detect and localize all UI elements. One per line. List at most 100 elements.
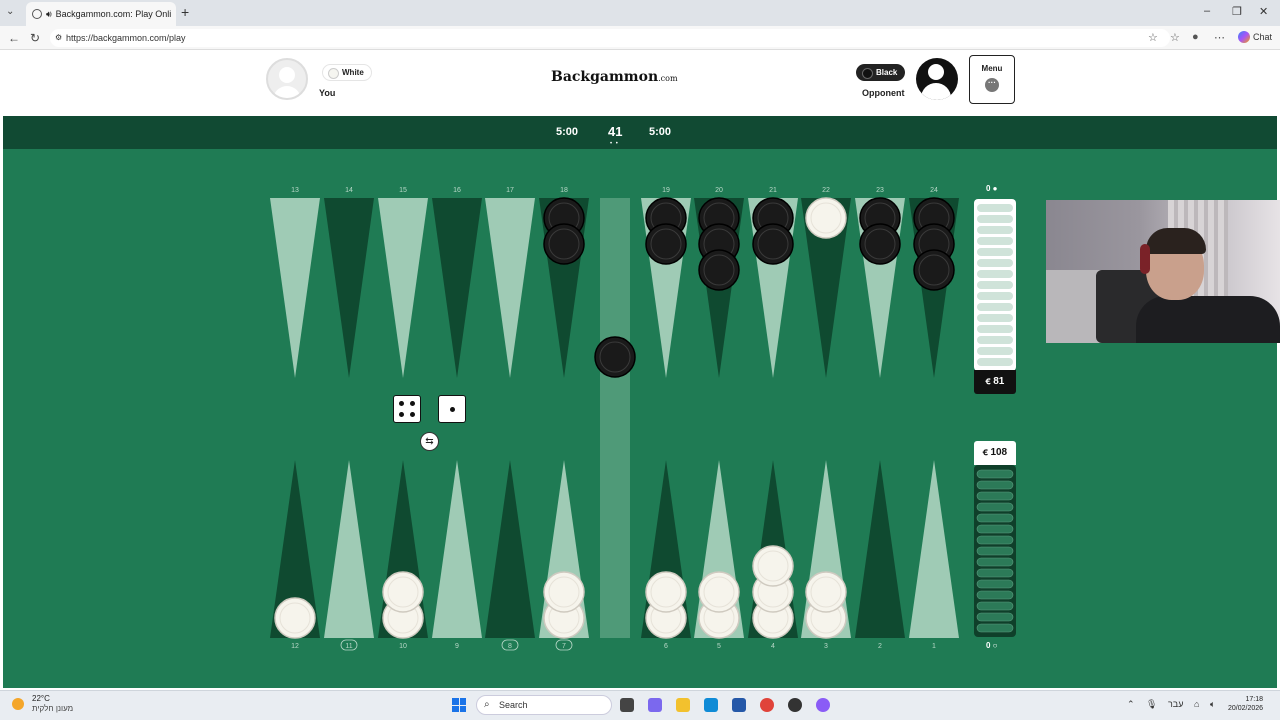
point-number-5: 5 bbox=[717, 643, 721, 650]
die-pip bbox=[449, 406, 455, 412]
taskbar-clock[interactable]: 17:18 20/02/2026 bbox=[1228, 695, 1263, 713]
borne-off-white-value: 0 bbox=[986, 641, 991, 650]
bearoff-slot-white bbox=[976, 546, 1014, 556]
die-pip bbox=[398, 412, 404, 418]
bearoff-slot-white bbox=[976, 601, 1014, 611]
checker-black-point-20-3[interactable] bbox=[698, 249, 740, 291]
search-icon: ⌕ bbox=[484, 699, 490, 710]
network-icon[interactable]: ⌂ bbox=[1194, 699, 1199, 709]
point-16[interactable] bbox=[432, 198, 482, 378]
bearoff-slot-black bbox=[977, 314, 1013, 322]
borne-off-count-white: 0 ○ bbox=[986, 641, 998, 650]
point-number-17: 17 bbox=[506, 187, 514, 194]
point-number-6: 6 bbox=[664, 643, 668, 650]
webcam-overlay bbox=[1046, 200, 1280, 343]
bearoff-slot-black bbox=[977, 226, 1013, 234]
checker-white-point-6-2[interactable] bbox=[645, 571, 687, 613]
point-number-2: 2 bbox=[878, 643, 882, 650]
point-14[interactable] bbox=[324, 198, 374, 378]
die-pip bbox=[410, 400, 416, 406]
point-number-16: 16 bbox=[453, 187, 461, 194]
point-number-14: 14 bbox=[345, 187, 353, 194]
bearoff-slot-white bbox=[976, 579, 1014, 589]
mic-icon[interactable]: 🎙︎ bbox=[1146, 699, 1157, 710]
point-number-21: 21 bbox=[769, 187, 777, 194]
start-button[interactable] bbox=[452, 698, 466, 712]
teams-icon[interactable] bbox=[648, 698, 662, 712]
task-view-icon[interactable] bbox=[620, 698, 634, 712]
point-number-20: 20 bbox=[715, 187, 723, 194]
checker-white-point-7-2[interactable] bbox=[543, 571, 585, 613]
checker-black-point-23-2[interactable] bbox=[859, 223, 901, 265]
pip-white-value: ꞓ 108 bbox=[982, 447, 1008, 458]
point-1[interactable] bbox=[909, 460, 959, 638]
bearoff-slot-white bbox=[976, 557, 1014, 567]
checker-white-point-3-2[interactable] bbox=[805, 571, 847, 613]
checker-black-point-21-2[interactable] bbox=[752, 223, 794, 265]
bearoff-slot-black bbox=[977, 325, 1013, 333]
point-number-1: 1 bbox=[932, 643, 936, 650]
point-15[interactable] bbox=[378, 198, 428, 378]
point-9[interactable] bbox=[432, 460, 482, 638]
checker-white-point-22-1[interactable] bbox=[805, 197, 847, 239]
point-number-12: 12 bbox=[291, 643, 299, 650]
checker-white-point-4-3[interactable] bbox=[752, 545, 794, 587]
bearoff-slot-black bbox=[977, 270, 1013, 278]
point-11[interactable] bbox=[324, 460, 374, 638]
point-number-7: 7 bbox=[562, 643, 566, 650]
point-8[interactable] bbox=[485, 460, 535, 638]
point-number-23: 23 bbox=[876, 187, 884, 194]
bearoff-slot-black bbox=[977, 336, 1013, 344]
bar-strip[interactable] bbox=[600, 198, 630, 638]
weather-desc: מעונן חלקית bbox=[32, 704, 74, 713]
bearoff-slot-black bbox=[977, 237, 1013, 245]
edge-icon[interactable] bbox=[704, 698, 718, 712]
die-pip bbox=[398, 400, 404, 406]
weather-icon bbox=[12, 698, 24, 710]
checker-white-point-10-2[interactable] bbox=[382, 571, 424, 613]
die-2[interactable] bbox=[438, 395, 466, 423]
volume-icon[interactable]: 🔈︎ bbox=[1210, 699, 1215, 710]
bearoff-slot-black bbox=[977, 281, 1013, 289]
bearoff-slot-black bbox=[977, 248, 1013, 256]
point-number-19: 19 bbox=[662, 187, 670, 194]
weather-temp: 22°C bbox=[32, 694, 50, 703]
point-number-8: 8 bbox=[508, 643, 512, 650]
app-icon[interactable] bbox=[788, 698, 802, 712]
bearoff-slot-black bbox=[977, 347, 1013, 355]
bearoff-slot-black bbox=[977, 292, 1013, 300]
point-number-11: 11 bbox=[345, 643, 352, 650]
point-number-15: 15 bbox=[399, 187, 407, 194]
chrome-icon[interactable] bbox=[760, 698, 774, 712]
checker-black-point-24-3[interactable] bbox=[913, 249, 955, 291]
point-13[interactable] bbox=[270, 198, 320, 378]
bearoff-slot-white bbox=[976, 480, 1014, 490]
backgammon-board[interactable]: 13 12 14 11 15 10 16 9 17 8 18 7 19 6 20 5 21 4 22 3 23 2 24 1 bbox=[0, 0, 1280, 720]
checker-black-point-19-2[interactable] bbox=[645, 223, 687, 265]
checker-white-point-5-2[interactable] bbox=[698, 571, 740, 613]
swap-dice-icon[interactable]: ⇆ bbox=[420, 432, 439, 451]
language-indicator[interactable]: עבר bbox=[1168, 699, 1183, 709]
tray-chevron-icon[interactable]: ⌃ bbox=[1127, 699, 1135, 710]
point-number-4: 4 bbox=[771, 643, 775, 650]
point-number-18: 18 bbox=[560, 187, 568, 194]
point-2[interactable] bbox=[855, 460, 905, 638]
bearoff-slot-white bbox=[976, 491, 1014, 501]
bearoff-slot-black bbox=[977, 259, 1013, 267]
pip-black-value: ꞓ 81 bbox=[985, 376, 1005, 387]
pip-count-black: ꞓ 81 bbox=[974, 370, 1016, 394]
checker-white-point-12-1[interactable] bbox=[274, 597, 316, 639]
checker-black-bar-1[interactable] bbox=[594, 336, 636, 378]
point-number-24: 24 bbox=[930, 187, 938, 194]
point-number-22: 22 bbox=[822, 187, 830, 194]
checker-black-point-18-2[interactable] bbox=[543, 223, 585, 265]
die-1[interactable] bbox=[393, 395, 421, 423]
point-17[interactable] bbox=[485, 198, 535, 378]
messenger-icon[interactable] bbox=[816, 698, 830, 712]
search-label: Search bbox=[499, 700, 528, 710]
taskbar-search[interactable]: ⌕ Search bbox=[476, 695, 612, 715]
store-icon[interactable] bbox=[732, 698, 746, 712]
bearoff-slot-white bbox=[976, 524, 1014, 534]
file-explorer-icon[interactable] bbox=[676, 698, 690, 712]
bearoff-slot-black bbox=[977, 215, 1013, 223]
